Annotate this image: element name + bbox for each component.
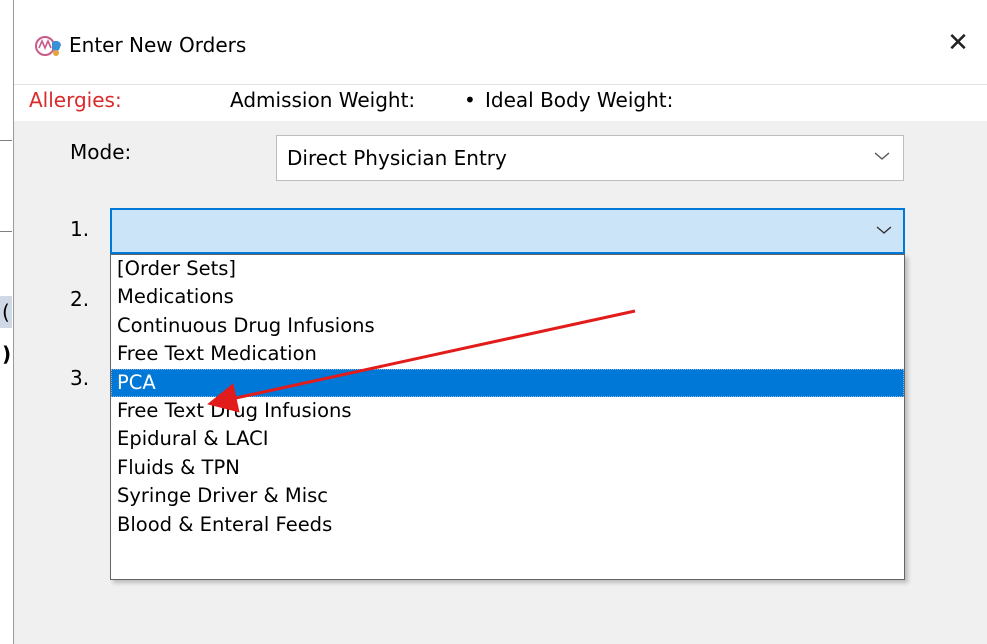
close-button[interactable]: ✕: [943, 28, 973, 58]
enter-new-orders-dialog: Enter New Orders ✕ Allergies: Admission …: [13, 0, 987, 644]
mode-select[interactable]: Direct Physician Entry: [276, 135, 904, 181]
dropdown-option-free-text-medication[interactable]: Free Text Medication: [111, 340, 904, 368]
allergies-label: Allergies:: [29, 88, 122, 112]
background-window-edge: ( ): [0, 0, 12, 644]
mode-label: Mode:: [70, 140, 132, 164]
dropdown-option-syringe-driver-misc[interactable]: Syringe Driver & Misc: [111, 482, 904, 510]
close-icon: ✕: [947, 28, 969, 58]
dropdown-option-pca[interactable]: PCA: [111, 368, 904, 397]
title-bar[interactable]: Enter New Orders ✕: [14, 0, 987, 84]
patient-info-bar: Allergies: Admission Weight: • Ideal Bod…: [14, 84, 987, 121]
chevron-down-icon: [874, 152, 890, 160]
background-divider: [0, 231, 12, 232]
dropdown-option-epidural-laci[interactable]: Epidural & LACI: [111, 425, 904, 453]
dropdown-option-blood-enteral-feeds[interactable]: Blood & Enteral Feeds: [111, 511, 904, 539]
dropdown-option-order-sets[interactable]: [Order Sets]: [111, 255, 904, 283]
app-logo-icon: [35, 36, 61, 56]
admission-weight-label: Admission Weight:: [230, 88, 416, 112]
dropdown-option-medications[interactable]: Medications: [111, 283, 904, 311]
background-text-fragment: (: [2, 300, 10, 324]
dropdown-option-free-text-drug-infusions[interactable]: Free Text Drug Infusions: [111, 397, 904, 425]
order-row-number: 3.: [70, 366, 90, 390]
order-type-select[interactable]: [110, 208, 905, 254]
dropdown-option-fluids-tpn[interactable]: Fluids & TPN: [111, 454, 904, 482]
window-title: Enter New Orders: [69, 33, 247, 57]
background-text-fragment: ): [2, 342, 12, 366]
order-row-number: 2.: [70, 287, 90, 311]
dropdown-option-continuous-drug-infusions[interactable]: Continuous Drug Infusions: [111, 312, 904, 340]
ideal-body-weight-label: Ideal Body Weight:: [485, 88, 674, 112]
order-type-dropdown-list: [Order Sets] Medications Continuous Drug…: [110, 254, 905, 580]
background-divider: [0, 140, 12, 141]
chevron-down-icon: [876, 226, 892, 234]
order-row-number: 1.: [70, 217, 90, 241]
bullet-separator: •: [464, 88, 476, 112]
mode-select-value: Direct Physician Entry: [287, 146, 507, 170]
